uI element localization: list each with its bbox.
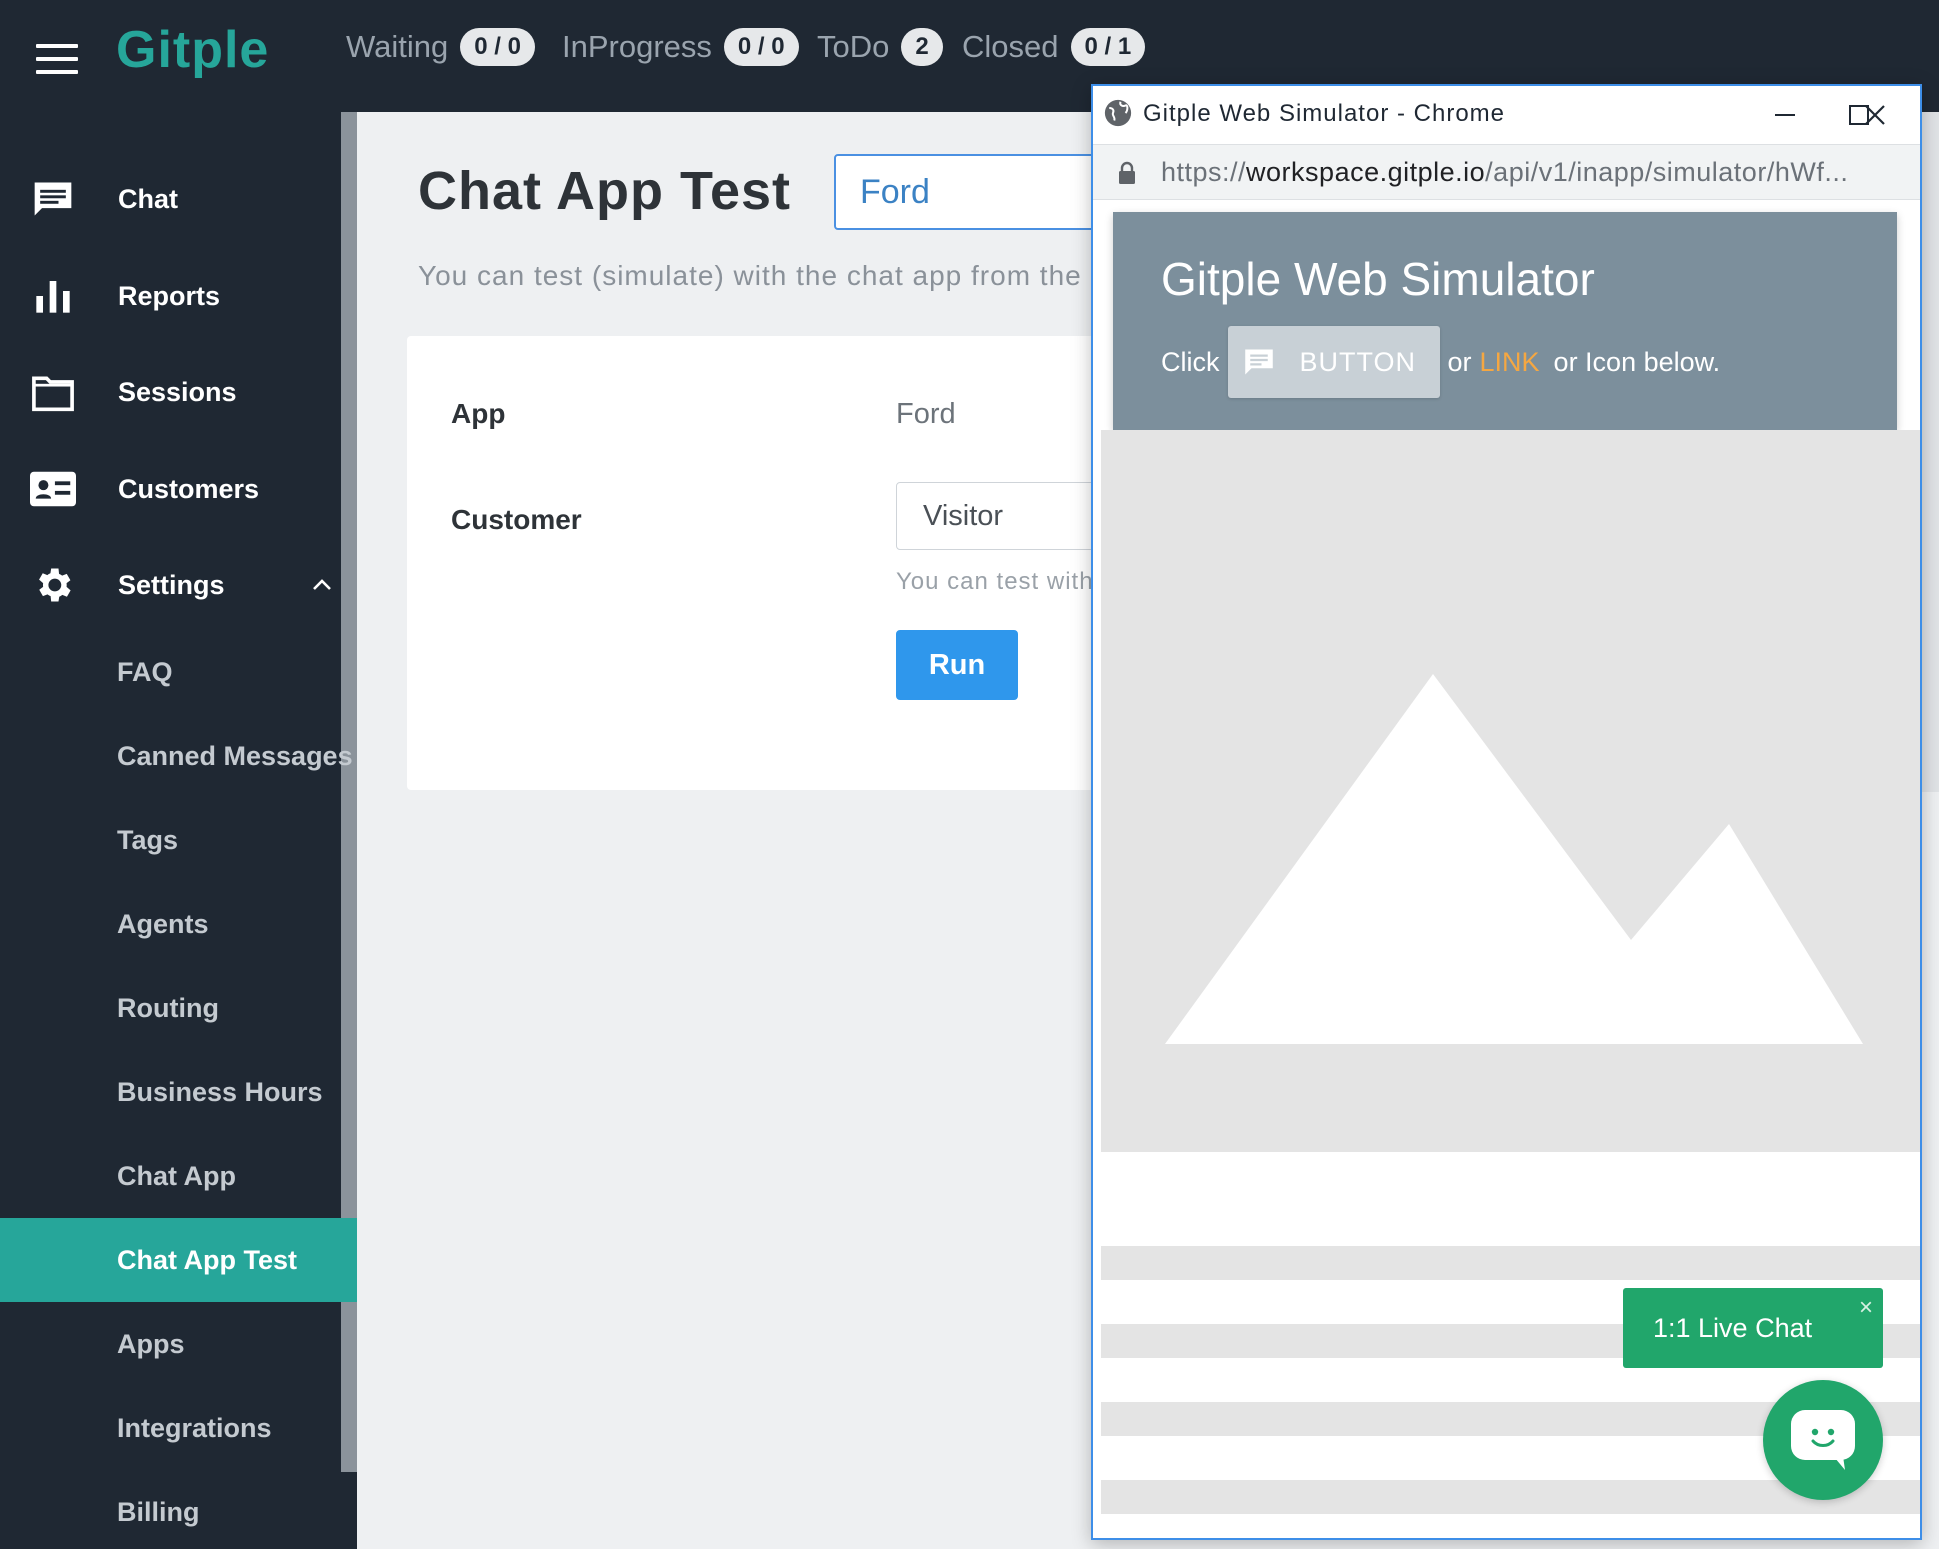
or-text: or	[1447, 346, 1472, 377]
message-icon	[1244, 349, 1273, 375]
sidebar-item-billing[interactable]: Billing	[0, 1470, 357, 1549]
sidebar-item-label: Chat App Test	[117, 1244, 297, 1275]
sidebar-item-customers[interactable]: Customers	[0, 444, 341, 534]
sidebar-item-agents[interactable]: Agents	[0, 882, 357, 966]
chat-launcher-button[interactable]	[1763, 1380, 1883, 1500]
simulator-header: Gitple Web Simulator Click BUTTON or LIN…	[1113, 212, 1897, 430]
sidebar-item-faq[interactable]: FAQ	[0, 630, 357, 714]
close-icon[interactable]: ×	[1859, 1294, 1873, 1322]
test-form-card: App Ford Customer Visitor You can test w…	[407, 336, 1176, 790]
sidebar-item-canned-messages[interactable]: Canned Messages	[0, 714, 357, 798]
bar-chart-icon	[30, 273, 76, 319]
sidebar-item-label: Chat App	[117, 1160, 236, 1191]
smiley-chat-icon	[1791, 1410, 1855, 1470]
sidebar-item-chat-app-test[interactable]: Chat App Test	[0, 1218, 357, 1302]
app-field-value: Ford	[896, 398, 956, 430]
sidebar-item-label: Sessions	[118, 376, 237, 407]
placeholder-image	[1101, 430, 1920, 1152]
url-path: /api/v1/inapp/simulator/hWf...	[1485, 157, 1849, 187]
customer-field-label: Customer	[451, 504, 582, 535]
folder-icon	[30, 369, 76, 415]
window-title: Gitple Web Simulator - Chrome	[1143, 100, 1505, 127]
simulator-title: Gitple Web Simulator	[1161, 253, 1595, 305]
url-text[interactable]: https://workspace.gitple.io/api/v1/inapp…	[1161, 157, 1848, 188]
app-field-label: App	[451, 398, 506, 429]
sidebar-item-integrations[interactable]: Integrations	[0, 1386, 357, 1470]
hamburger-menu-icon[interactable]	[36, 44, 78, 74]
status-label: ToDo	[817, 29, 890, 64]
lock-icon	[1117, 161, 1137, 185]
id-card-icon	[30, 466, 76, 512]
simulator-window: Gitple Web Simulator - Chrome https://wo…	[1091, 84, 1922, 1540]
sidebar-item-settings[interactable]: Settings	[0, 540, 341, 630]
status-label: Closed	[962, 29, 1059, 64]
globe-icon	[1103, 98, 1133, 128]
status-label: Waiting	[346, 29, 449, 64]
sidebar-item-label: FAQ	[117, 656, 173, 687]
sidebar-item-label: Apps	[117, 1328, 185, 1359]
placeholder-line	[1101, 1246, 1920, 1280]
sidebar-item-label: Billing	[117, 1496, 200, 1527]
url-scheme: https://	[1161, 157, 1247, 187]
sidebar-item-chat-app[interactable]: Chat App	[0, 1134, 357, 1218]
status-waiting[interactable]: Waiting 0 / 0	[346, 28, 535, 66]
status-label: InProgress	[562, 29, 712, 64]
page-title: Chat App Test	[418, 161, 791, 221]
status-count-badge: 0 / 0	[723, 28, 799, 66]
sidebar-item-routing[interactable]: Routing	[0, 966, 357, 1050]
simulator-chat-button[interactable]: BUTTON	[1227, 326, 1440, 398]
sidebar-item-label: Settings	[118, 569, 225, 600]
window-titlebar[interactable]: Gitple Web Simulator - Chrome	[1093, 86, 1920, 144]
chevron-up-icon[interactable]	[310, 573, 334, 597]
click-text: Click	[1161, 346, 1220, 377]
sidebar-item-label: Integrations	[117, 1412, 272, 1443]
live-chat-label: 1:1 Live Chat	[1653, 1312, 1813, 1343]
minimize-icon[interactable]	[1757, 94, 1813, 136]
customer-help-text: You can test with	[896, 568, 1094, 595]
sidebar-item-label: Canned Messages	[117, 740, 353, 771]
url-host: workspace.gitple.io	[1246, 157, 1486, 187]
status-inprogress[interactable]: InProgress 0 / 0	[562, 28, 799, 66]
sidebar-item-chat[interactable]: Chat	[0, 154, 341, 244]
sidebar-item-label: Agents	[117, 908, 209, 939]
main-scrollbar[interactable]	[1921, 112, 1939, 792]
sidebar-item-reports[interactable]: Reports	[0, 251, 341, 341]
status-todo[interactable]: ToDo 2	[817, 28, 943, 66]
simulator-instructions: Click BUTTON or LINK or Icon below.	[1161, 326, 1720, 398]
sidebar-item-label: Routing	[117, 992, 219, 1023]
page-description: You can test (simulate) with the chat ap…	[418, 260, 1106, 291]
address-bar[interactable]: https://workspace.gitple.io/api/v1/inapp…	[1093, 144, 1920, 200]
brand-logo[interactable]: Gitple	[116, 20, 269, 80]
sidebar-item-label: Business Hours	[117, 1076, 323, 1107]
status-count-badge: 0 / 0	[460, 28, 535, 66]
sidebar-item-tags[interactable]: Tags	[0, 798, 357, 882]
sidebar-item-business-hours[interactable]: Business Hours	[0, 1050, 357, 1134]
window-close-icon[interactable]	[1847, 94, 1903, 136]
sidebar-item-label: Tags	[117, 824, 179, 855]
gear-icon	[30, 562, 76, 608]
sidebar-item-label: Customers	[118, 473, 260, 504]
run-button[interactable]: Run	[896, 630, 1018, 700]
chat-icon	[30, 176, 76, 222]
app-select-dropdown[interactable]: Ford	[834, 154, 1134, 230]
live-chat-badge[interactable]: 1:1 Live Chat ×	[1623, 1288, 1883, 1368]
icon-below-text: or Icon below.	[1553, 346, 1721, 377]
sidebar-item-apps[interactable]: Apps	[0, 1302, 357, 1386]
status-count-badge: 0 / 1	[1070, 28, 1146, 66]
status-closed[interactable]: Closed 0 / 1	[962, 28, 1146, 66]
sidebar-item-label: Chat	[118, 183, 178, 214]
simulator-button-label: BUTTON	[1299, 346, 1417, 377]
sidebar-item-label: Reports	[118, 280, 221, 311]
sidebar-item-sessions[interactable]: Sessions	[0, 347, 341, 437]
simulator-link[interactable]: LINK	[1480, 347, 1540, 378]
status-count-badge: 2	[901, 28, 943, 66]
